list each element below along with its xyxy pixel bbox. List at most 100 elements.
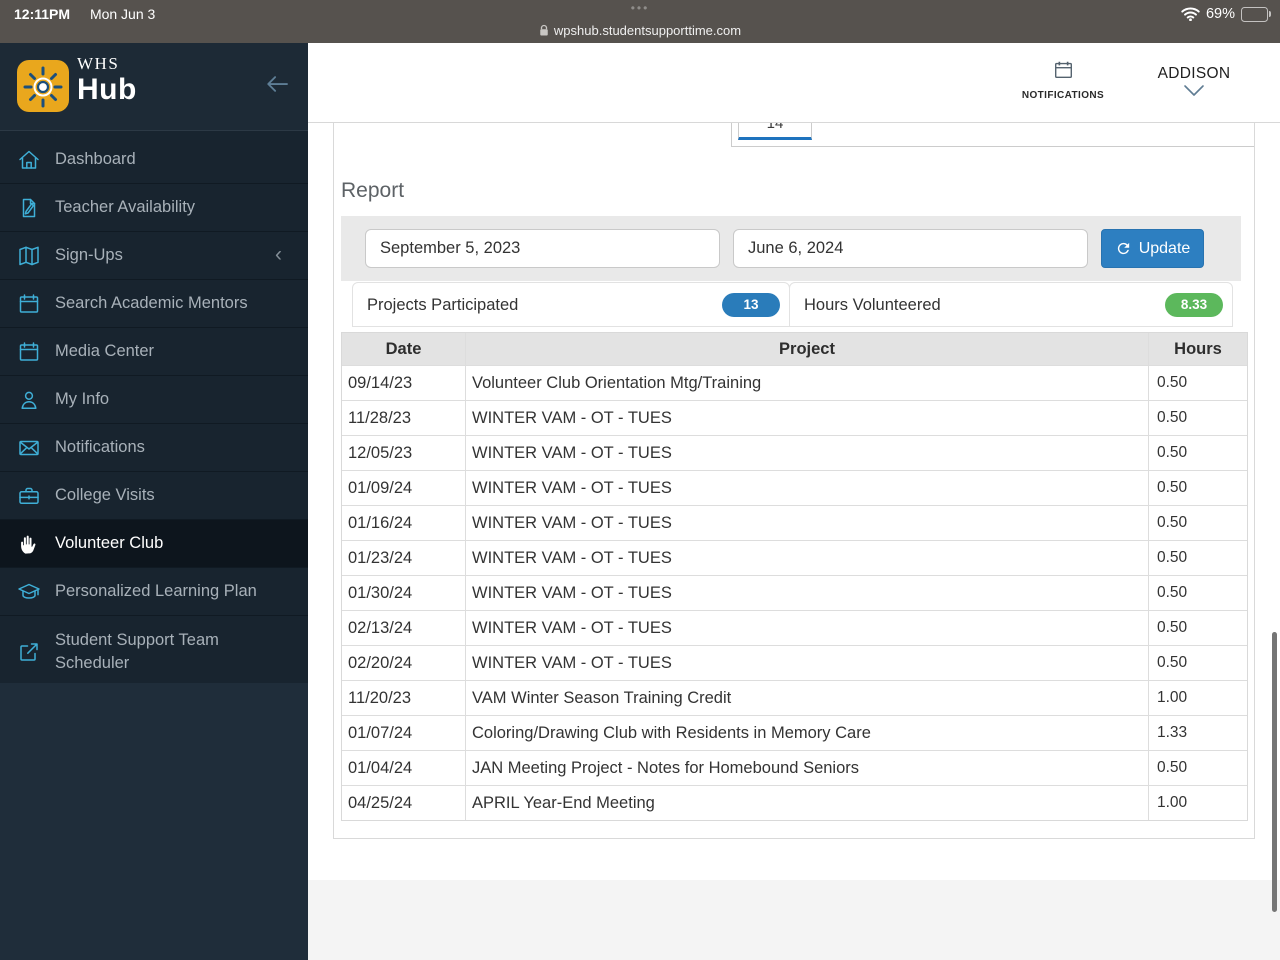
update-label: Update: [1138, 239, 1191, 257]
stat-projects-participated: Projects Participated 13: [352, 282, 790, 327]
sidebar-collapse-button[interactable]: [262, 69, 292, 99]
cell-date: 01/04/24: [342, 751, 466, 785]
cell-date: 09/14/23: [342, 366, 466, 400]
page-header: NOTIFICATIONS ADDISON: [308, 43, 1280, 123]
cell-date: 04/25/24: [342, 786, 466, 820]
table-row: 11/20/23 VAM Winter Season Training Credi…: [342, 680, 1247, 715]
cell-project: JAN Meeting Project - Notes for Homeboun…: [466, 751, 1149, 785]
address-bar[interactable]: wpshub.studentsupporttime.com: [0, 23, 1280, 38]
hand-icon: [17, 532, 41, 556]
cell-hours: 0.50: [1157, 514, 1188, 531]
url-text: wpshub.studentsupporttime.com: [553, 23, 742, 38]
start-date-input[interactable]: [365, 229, 720, 268]
table-row: 01/09/24 WINTER VAM - OT - TUES 0.50: [342, 470, 1247, 505]
sidebar-footer: [0, 683, 308, 960]
cell-hours: 0.50: [1157, 409, 1188, 426]
chevron-down-icon: [1184, 85, 1204, 96]
sidebar-item-label: Personalized Learning Plan: [55, 582, 257, 600]
cell-project: WINTER VAM - OT - TUES: [466, 436, 1149, 470]
whs-hub-logo[interactable]: [17, 60, 69, 112]
cell-date: 02/20/24: [342, 646, 466, 680]
report-filter-bar: Update: [341, 216, 1241, 281]
end-date-input[interactable]: [733, 229, 1088, 268]
volunteer-activity-table: Date Project Hours 09/14/23 Volunteer Clu…: [341, 332, 1248, 821]
status-indicators: 69%: [1181, 6, 1271, 22]
tab-overview-dots[interactable]: •••: [0, 1, 1280, 15]
sidebar-item-media-center[interactable]: Media Center: [0, 328, 308, 376]
cell-hours: 0.50: [1157, 479, 1188, 496]
update-button[interactable]: Update: [1101, 229, 1204, 268]
sidebar-item-label: Teacher Availability: [55, 198, 196, 216]
sidebar-item-label: Media Center: [55, 342, 155, 360]
doc-pencil-icon: [17, 196, 41, 220]
cell-date: 11/28/23: [342, 401, 466, 435]
projects-count-badge: 13: [722, 293, 780, 317]
cell-date: 11/20/23: [342, 681, 466, 715]
sidebar-item-personalized-learning-plan[interactable]: Personalized Learning Plan: [0, 568, 308, 616]
cell-date: 01/09/24: [342, 471, 466, 505]
sidebar-item-teacher-availability[interactable]: Teacher Availability: [0, 184, 308, 232]
sidebar-item-my-info[interactable]: My Info: [0, 376, 308, 424]
sidebar-item-label: Dashboard: [55, 150, 136, 168]
notifications-button[interactable]: NOTIFICATIONS: [1008, 59, 1118, 101]
app-root: 12:11PM Mon Jun 3 ••• wpshub.studentsupp…: [0, 0, 1280, 960]
cell-project: Volunteer Club Orientation Mtg/Training: [466, 366, 1149, 400]
table-row: 01/23/24 WINTER VAM - OT - TUES 0.50: [342, 540, 1247, 575]
wifi-icon: [1181, 7, 1200, 21]
status-bar: 12:11PM Mon Jun 3 ••• wpshub.studentsupp…: [0, 0, 1280, 43]
table-row: 04/25/24 APRIL Year-End Meeting 1.00: [342, 785, 1247, 820]
cell-date: 01/07/24: [342, 716, 466, 750]
cell-hours: 1.33: [1157, 724, 1188, 741]
sidebar-item-label: Notifications: [55, 438, 145, 456]
calendar-icon: [1054, 61, 1072, 79]
table-row: 02/20/24 WINTER VAM - OT - TUES 0.50: [342, 645, 1247, 680]
table-row: 09/14/23 Volunteer Club Orientation Mtg/T…: [342, 365, 1247, 400]
cell-hours: 0.50: [1157, 549, 1188, 566]
user-menu[interactable]: ADDISON: [1146, 65, 1242, 98]
cell-hours: 1.00: [1157, 689, 1188, 706]
cell-project: VAM Winter Season Training Credit: [466, 681, 1149, 715]
vertical-scrollbar-thumb[interactable]: [1272, 632, 1277, 912]
sidebar-item-label: Student Support Team Scheduler: [55, 630, 219, 672]
page-footer: [308, 880, 1280, 960]
column-header-project: Project: [466, 333, 1149, 365]
cell-date: 01/16/24: [342, 506, 466, 540]
arrow-left-icon: [267, 76, 288, 92]
user-name: ADDISON: [1157, 65, 1231, 82]
cell-project: WINTER VAM - OT - TUES: [466, 576, 1149, 610]
battery-icon: [1241, 6, 1271, 22]
calendar-icon: [17, 340, 41, 364]
cell-hours: 0.50: [1157, 619, 1188, 636]
cell-hours: 0.50: [1157, 444, 1188, 461]
calendar-icon: [17, 292, 41, 316]
sidebar-item-college-visits[interactable]: College Visits: [0, 472, 308, 520]
sidebar-item-sign-ups[interactable]: Sign-Ups ‹: [0, 232, 308, 280]
lock-icon: [540, 24, 548, 36]
sidebar-item-notifications[interactable]: Notifications: [0, 424, 308, 472]
sidebar-item-search-academic-mentors[interactable]: Search Academic Mentors: [0, 280, 308, 328]
stat-hours-volunteered: Hours Volunteered 8.33: [789, 282, 1233, 327]
external-link-icon: [17, 640, 41, 664]
table-body: 09/14/23 Volunteer Club Orientation Mtg/T…: [342, 365, 1247, 820]
report-title: Report: [341, 179, 405, 202]
sidebar-item-dashboard[interactable]: Dashboard: [0, 136, 308, 184]
sun-icon: [23, 66, 63, 108]
cell-hours: 1.00: [1157, 794, 1188, 811]
cell-project: WINTER VAM - OT - TUES: [466, 646, 1149, 680]
table-row: 02/13/24 WINTER VAM - OT - TUES 0.50: [342, 610, 1247, 645]
sidebar-item-student-support-team-scheduler[interactable]: Student Support Team Scheduler: [0, 616, 308, 688]
table-row: 01/04/24 JAN Meeting Project - Notes for …: [342, 750, 1247, 785]
main-content: NOTIFICATIONS ADDISON 14 Report Update P…: [308, 43, 1280, 960]
brand-hub: Hub: [77, 73, 137, 106]
table-row: 12/05/23 WINTER VAM - OT - TUES 0.50: [342, 435, 1247, 470]
cell-project: WINTER VAM - OT - TUES: [466, 541, 1149, 575]
table-row: 11/28/23 WINTER VAM - OT - TUES 0.50: [342, 400, 1247, 435]
table-row: 01/07/24 Coloring/Drawing Club with Resid…: [342, 715, 1247, 750]
column-header-date: Date: [342, 333, 466, 365]
person-icon: [17, 388, 41, 412]
cell-hours: 0.50: [1157, 584, 1188, 601]
cell-project: Coloring/Drawing Club with Residents in …: [466, 716, 1149, 750]
sidebar-item-volunteer-club[interactable]: Volunteer Club: [0, 520, 308, 568]
cell-hours: 0.50: [1157, 654, 1188, 671]
sidebar-nav: Dashboard Teacher Availability Sign-Ups ‹ Se…: [0, 131, 308, 688]
